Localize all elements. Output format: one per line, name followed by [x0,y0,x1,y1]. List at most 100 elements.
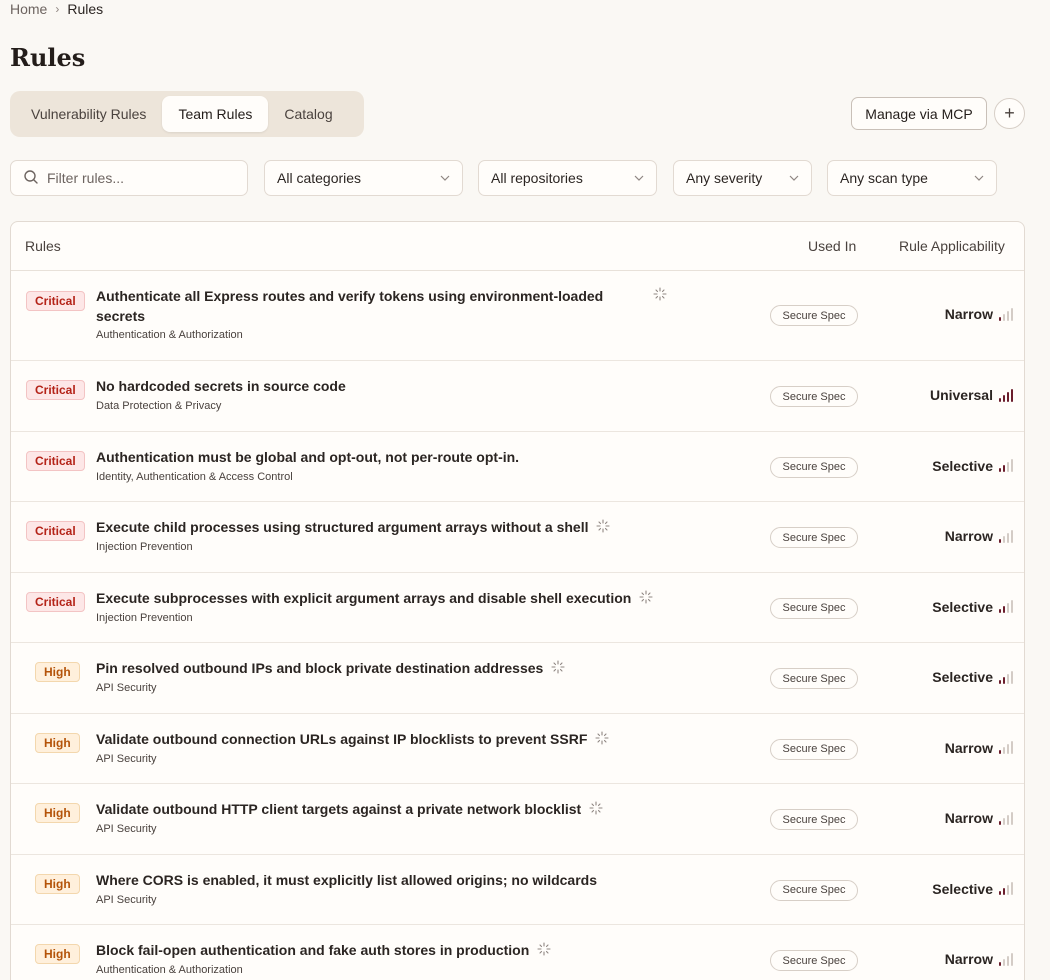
rule-title[interactable]: Validate outbound HTTP client targets ag… [96,799,603,820]
used-in-tag[interactable]: Secure Spec [770,950,858,971]
page-title: Rules [10,43,86,72]
severity-select-value: Any severity [686,170,763,186]
plus-icon: + [1004,103,1015,123]
applicability: Narrow [945,740,1013,756]
rule-title-text: Authentication must be global and opt-ou… [96,448,520,465]
table-row[interactable]: High Block fail-open authentication and … [11,925,1024,980]
used-in-tag[interactable]: Secure Spec [770,668,858,689]
column-header-rules[interactable]: Rules [25,238,61,254]
signal-bars-icon [999,459,1013,472]
sparkle-icon [589,800,603,820]
rule-title[interactable]: Validate outbound connection URLs agains… [96,729,609,750]
rule-title-text: Validate outbound connection URLs agains… [96,730,588,747]
applicability-label: Selective [932,598,993,615]
applicability: Selective [932,599,1013,615]
rule-title[interactable]: Authenticate all Express routes and veri… [96,286,636,326]
rule-category: API Security [96,893,157,906]
applicability: Narrow [945,810,1013,826]
scan-type-select-value: Any scan type [840,170,928,186]
table-row[interactable]: Critical Authenticate all Express routes… [11,271,1024,361]
rule-title[interactable]: Block fail-open authentication and fake … [96,940,551,961]
table-row[interactable]: High Validate outbound HTTP client targe… [11,784,1024,855]
tab-team-rules[interactable]: Team Rules [162,96,269,132]
chevron-down-icon [634,175,644,181]
applicability-label: Selective [932,880,993,897]
rule-category: Authentication & Authorization [96,329,243,341]
signal-bars-icon [999,811,1013,825]
rule-title-text: Validate outbound HTTP client targets ag… [96,801,582,817]
used-in-tag[interactable]: Secure Spec [770,386,858,407]
rule-title[interactable]: Execute subprocesses with explicit argum… [96,588,653,609]
severity-badge: Critical [26,450,85,471]
used-in-tag[interactable]: Secure Spec [770,597,858,619]
used-in-tag[interactable]: Secure Spec [770,738,858,760]
rule-title[interactable]: Where CORS is enabled, it must explicitl… [96,870,597,890]
used-in-tag[interactable]: Secure Spec [770,527,858,548]
table-row[interactable]: High Where CORS is enabled, it must expl… [11,855,1024,925]
rule-category: API Security [96,682,157,694]
severity-badge: High [35,803,80,823]
used-in-tag[interactable]: Secure Spec [770,305,858,326]
used-in-tag[interactable]: Secure Spec [770,456,858,478]
search-field[interactable] [10,160,248,196]
column-header-applicability[interactable]: Rule Applicability [899,238,1005,254]
rule-title-text: Block fail-open authentication and fake … [96,942,530,958]
table-row[interactable]: High Pin resolved outbound IPs and block… [11,643,1024,714]
rule-title[interactable]: Execute child processes using structured… [96,517,611,538]
rule-title[interactable]: Authentication must be global and opt-ou… [96,447,519,467]
filter-rules-input[interactable] [47,170,227,186]
category-select[interactable]: All categories [264,160,463,196]
applicability: Narrow [945,951,1013,967]
rule-title[interactable]: No hardcoded secrets in source code [96,376,346,396]
chevron-down-icon [974,175,984,181]
search-icon [23,169,39,188]
applicability-label: Universal [929,387,993,403]
column-header-used-in[interactable]: Used In [808,238,856,254]
severity-badge: High [35,662,80,682]
tab-catalog[interactable]: Catalog [268,96,348,132]
used-in-tag[interactable]: Secure Spec [770,879,858,901]
breadcrumb-home-link[interactable]: Home [10,1,47,17]
table-row[interactable]: Critical Authentication must be global a… [11,432,1024,502]
applicability-label: Selective [932,457,993,474]
sparkle-icon [639,589,653,609]
rule-title[interactable]: Pin resolved outbound IPs and block priv… [96,658,565,679]
rules-table: Rules Used In Rule Applicability Critica… [10,221,1025,980]
applicability-label: Narrow [944,528,993,544]
table-row[interactable]: Critical No hardcoded secrets in source … [11,361,1024,432]
tab-vulnerability-rules[interactable]: Vulnerability Rules [15,96,162,132]
signal-bars-icon [999,882,1013,895]
add-rule-button[interactable]: + [994,98,1025,129]
severity-badge: Critical [26,521,85,541]
table-row[interactable]: Critical Execute child processes using s… [11,502,1024,573]
signal-bars-icon [999,741,1013,754]
applicability-label: Narrow [944,739,993,756]
rule-category: Injection Prevention [96,541,193,553]
sparkle-icon [596,518,611,538]
repository-select-value: All repositories [491,170,583,186]
applicability-label: Narrow [944,306,993,322]
applicability: Selective [932,669,1013,685]
table-header: Rules Used In Rule Applicability [11,222,1024,271]
repository-select[interactable]: All repositories [478,160,657,196]
manage-via-mcp-button[interactable]: Manage via MCP [851,97,987,130]
breadcrumb-current: Rules [67,1,104,17]
severity-select[interactable]: Any severity [673,160,812,196]
applicability: Selective [932,458,1013,474]
severity-badge: Critical [26,380,85,400]
rule-title-text: Pin resolved outbound IPs and block priv… [96,660,544,676]
rule-title-text: No hardcoded secrets in source code [96,378,346,394]
category-select-value: All categories [277,170,362,186]
used-in-tag[interactable]: Secure Spec [770,809,858,830]
severity-badge: Critical [26,291,85,311]
table-row[interactable]: Critical Execute subprocesses with expli… [11,573,1024,643]
breadcrumb-separator: › [55,2,60,16]
severity-badge: High [35,944,80,964]
applicability: Selective [932,881,1013,897]
signal-bars-icon [999,307,1013,321]
scan-type-select[interactable]: Any scan type [827,160,997,196]
breadcrumb: Home › Rules [10,1,103,17]
rule-title-line: secrets [96,308,146,324]
table-row[interactable]: High Validate outbound connection URLs a… [11,714,1024,784]
rule-category: API Security [96,752,157,765]
